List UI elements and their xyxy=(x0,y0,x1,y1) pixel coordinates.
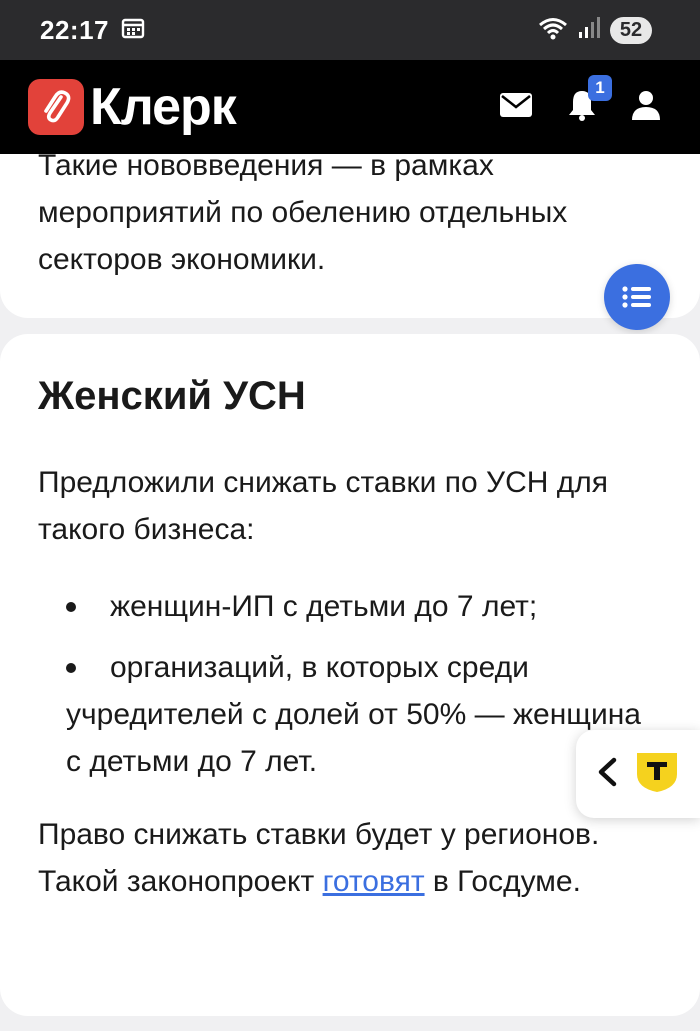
table-of-contents-button[interactable] xyxy=(604,264,670,330)
previous-section-text: Такие нововведения — в рамках мероприяти… xyxy=(38,149,568,276)
bullet-list: женщин-ИП с детьми до 7 лет; организаций… xyxy=(66,583,662,785)
logo-text: Клерк xyxy=(90,78,237,136)
list-item: организаций, в которых среди учредителей… xyxy=(66,644,662,785)
previous-section-card: Такие нововведения — в рамках мероприяти… xyxy=(0,149,700,318)
notification-badge: 1 xyxy=(588,74,612,101)
mail-icon[interactable] xyxy=(500,92,532,122)
calendar-icon xyxy=(121,17,145,44)
list-icon xyxy=(622,286,651,308)
status-bar: 22:17 52 xyxy=(0,0,700,60)
signal-icon xyxy=(578,16,600,44)
paperclip-icon xyxy=(28,79,84,135)
wifi-icon xyxy=(538,16,568,45)
notifications-button[interactable]: 1 xyxy=(568,74,612,126)
site-logo[interactable]: Клерк xyxy=(28,77,237,137)
gotovyat-link[interactable]: готовят xyxy=(323,865,425,898)
status-time: 22:17 xyxy=(40,14,109,45)
site-header: Клерк 1 xyxy=(0,60,700,154)
chevron-left-icon[interactable] xyxy=(596,757,618,792)
battery-indicator: 52 xyxy=(610,16,652,44)
article-section-card: Женский УСН Предложили снижать ставки по… xyxy=(0,334,700,1016)
section-closing: Право снижать ставки будет у регионов. Т… xyxy=(38,811,662,905)
section-title: Женский УСН xyxy=(38,374,306,418)
t-journal-icon[interactable] xyxy=(634,750,680,799)
section-intro: Предложили снижать ставки по УСН для так… xyxy=(38,466,608,546)
closing-text-end: в Госдуме. xyxy=(424,865,581,898)
user-icon[interactable] xyxy=(632,90,660,125)
list-item: женщин-ИП с детьми до 7 лет; xyxy=(66,583,662,630)
side-widget[interactable] xyxy=(576,730,700,818)
